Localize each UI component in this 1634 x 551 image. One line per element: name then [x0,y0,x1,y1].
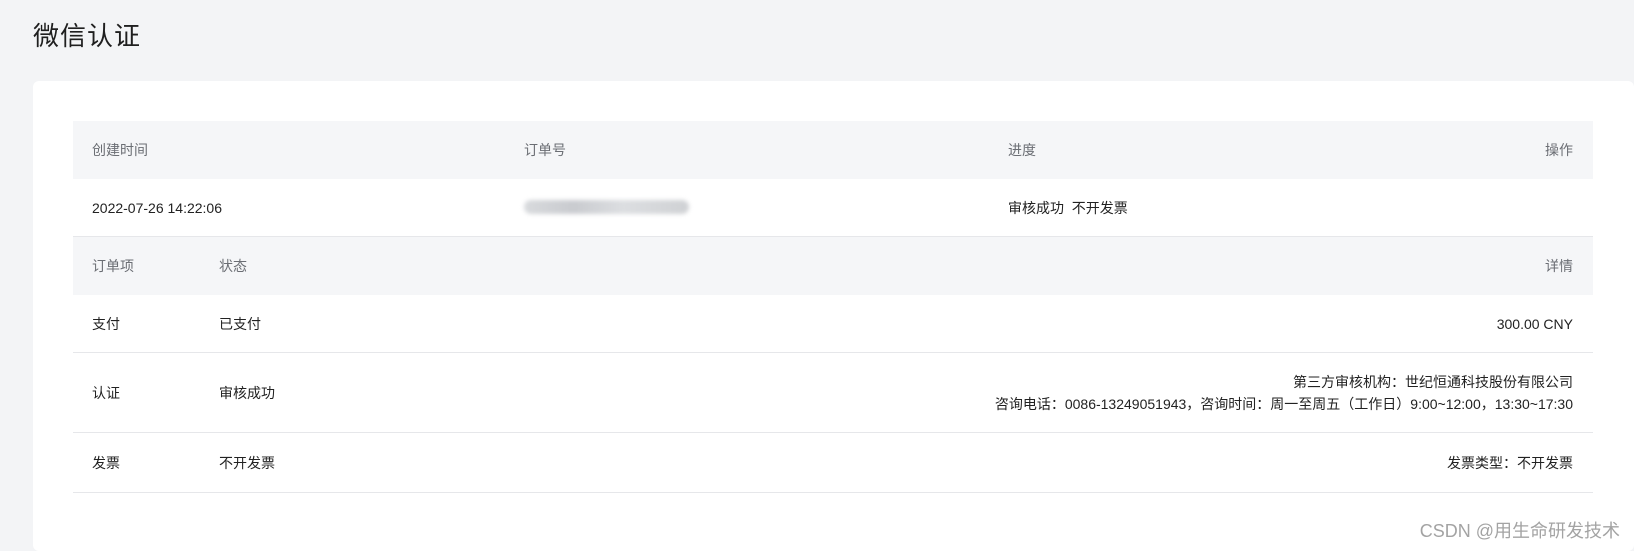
item-status: 审核成功 [219,384,275,401]
order-row: 2022-07-26 14:22:06 审核成功 不开发票 [73,179,1593,237]
col-status: 状态 [219,258,247,274]
item-detail: 300.00 CNY [1496,315,1573,332]
table-row-invoice: 发票 不开发票 发票类型：不开发票 [73,433,1593,493]
col-detail: 详情 [1545,258,1573,274]
col-order-no: 订单号 [524,142,566,158]
created-time-value: 2022-07-26 14:22:06 [92,199,222,216]
item-status: 已支付 [219,315,261,332]
item-name: 发票 [92,454,120,471]
reviewer-info: 第三方审核机构：世纪恒通科技股份有限公司 [1293,373,1573,390]
progress-value: 审核成功 不开发票 [1008,198,1128,218]
col-progress: 进度 [1008,142,1036,158]
watermark: CSDN @用生命研发技术 [1419,521,1620,541]
item-detail: 第三方审核机构：世纪恒通科技股份有限公司 咨询电话：0086-132490519… [995,371,1573,415]
col-actions: 操作 [1545,142,1573,158]
order-card: 创建时间 订单号 进度 操作 2022-07-26 14:22:06 审核成功 … [33,81,1634,551]
contact-info: 咨询电话：0086-13249051943，咨询时间：周一至周五（工作日）9:0… [994,395,1573,412]
page-title: 微信认证 [33,21,142,51]
col-created-time: 创建时间 [92,142,148,158]
item-detail: 发票类型：不开发票 [1447,454,1573,471]
items-table-header: 订单项 状态 详情 [73,237,1593,295]
progress-status: 审核成功 [1008,199,1064,216]
col-item: 订单项 [92,258,134,274]
redaction-blur [524,200,689,214]
order-no-redacted [524,200,689,217]
table-row-payment: 支付 已支付 300.00 CNY [73,295,1593,353]
progress-invoice: 不开发票 [1071,199,1128,216]
order-table: 创建时间 订单号 进度 操作 2022-07-26 14:22:06 审核成功 … [73,121,1593,493]
item-name: 支付 [92,315,120,332]
item-status: 不开发票 [219,454,275,471]
item-name: 认证 [92,384,120,401]
table-row-verification: 认证 审核成功 第三方审核机构：世纪恒通科技股份有限公司 咨询电话：0086-1… [73,353,1593,433]
order-table-header: 创建时间 订单号 进度 操作 [73,121,1593,179]
